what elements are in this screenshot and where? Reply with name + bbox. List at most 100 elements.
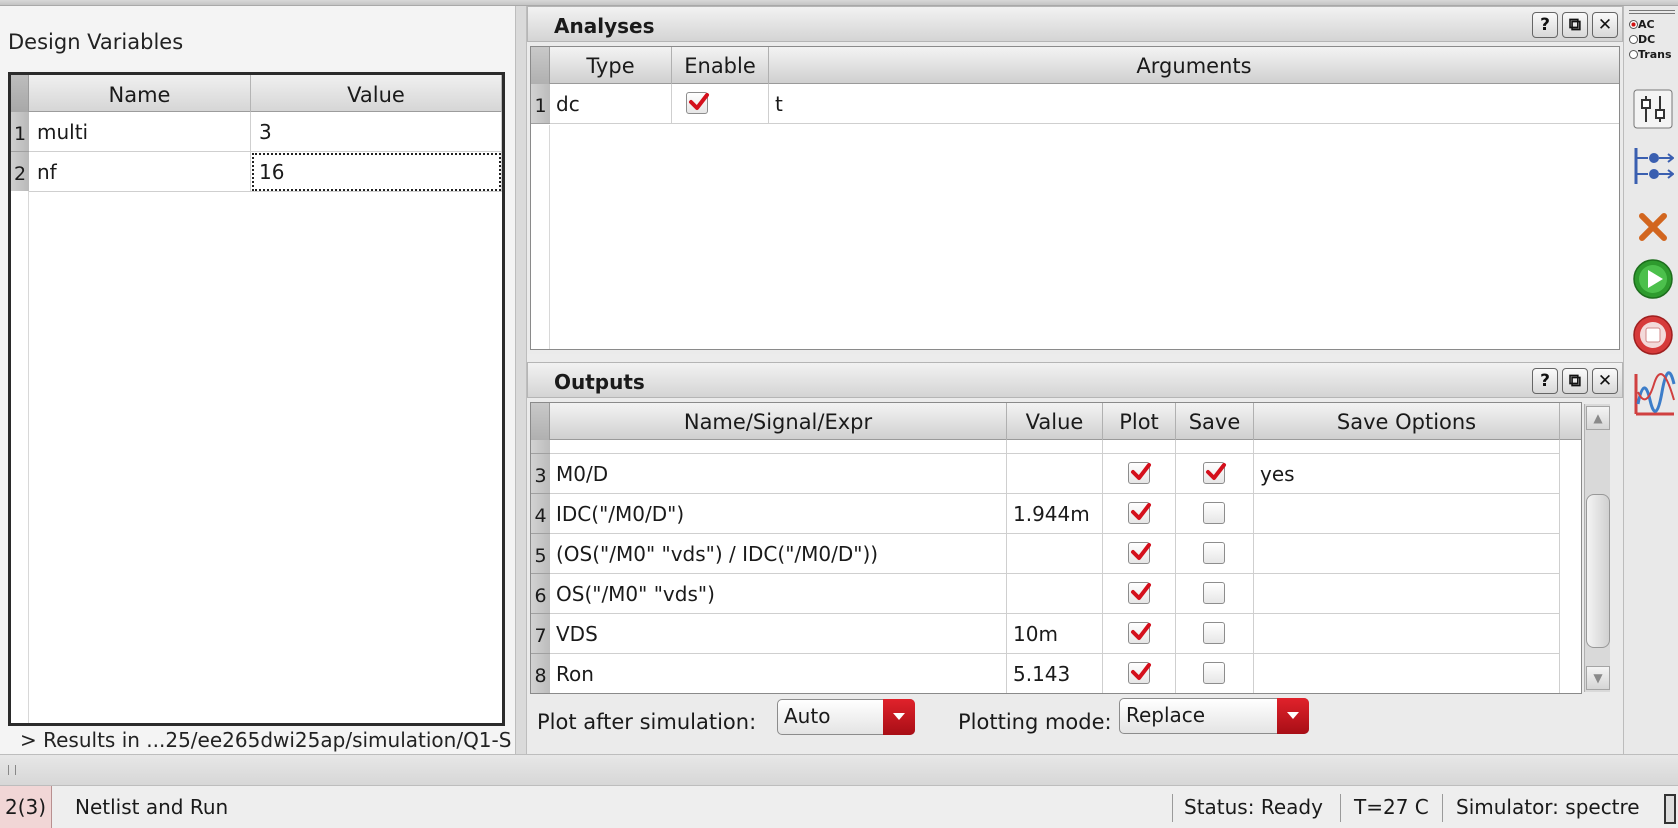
scroll-down-arrow-icon[interactable]: ▼ [1586,666,1610,690]
plot-after-simulation-value: Auto [784,704,831,728]
scrollbar-thumb[interactable] [1586,494,1610,648]
output-plot-cell[interactable] [1103,454,1176,494]
column-header-save-options[interactable]: Save Options [1254,403,1560,440]
right-toolbar: AC DC Trans [1623,6,1678,754]
horizontal-splitter[interactable] [0,754,1678,786]
column-header-enable[interactable]: Enable [672,47,769,84]
variable-name-cell[interactable]: nf [29,152,251,192]
output-name-cell[interactable]: VDS [550,614,1007,654]
check-icon [1131,503,1151,520]
output-save-options-cell[interactable]: yes [1254,454,1560,494]
float-button[interactable]: ⧉ [1562,12,1588,38]
output-save-cell[interactable] [1176,574,1254,614]
variable-name-cell[interactable]: multi [29,112,251,152]
row-number: 3 [531,454,550,494]
analysis-type-cell[interactable]: dc [550,84,672,124]
analysis-arguments-cell[interactable]: t [769,84,1619,124]
help-button[interactable]: ? [1532,368,1558,394]
output-save-cell[interactable] [1176,614,1254,654]
chevron-down-icon[interactable] [883,699,915,735]
output-value-cell[interactable] [1007,534,1103,574]
plot-checkbox[interactable] [1128,582,1151,604]
analysis-radio-group[interactable]: AC DC Trans [1629,10,1675,80]
output-value-cell[interactable]: 5.143 [1007,654,1103,693]
output-save-cell[interactable] [1176,654,1254,693]
output-name-cell[interactable]: M0/D [550,454,1007,494]
output-name-cell[interactable]: OS("/M0" "vds") [550,574,1007,614]
output-name-cell[interactable]: Ron [550,654,1007,693]
radio-ac[interactable]: AC [1629,17,1675,32]
output-plot-cell[interactable] [1103,654,1176,693]
vertical-splitter[interactable] [515,6,527,754]
variable-value-cell[interactable]: 3 [251,112,502,152]
check-icon [1131,623,1151,640]
scroll-up-arrow-icon[interactable]: ▲ [1586,406,1610,430]
output-plot-cell[interactable] [1103,494,1176,534]
save-checkbox[interactable] [1203,582,1225,604]
output-save-options-cell[interactable] [1254,614,1560,654]
output-plot-cell[interactable] [1103,614,1176,654]
save-checkbox[interactable] [1203,542,1225,564]
analysis-enable-cell[interactable] [672,84,769,124]
output-name-cell[interactable]: (OS("/M0" "vds") / IDC("/M0/D")) [550,534,1007,574]
resize-grip-icon[interactable] [1664,794,1676,824]
output-save-options-cell[interactable] [1254,494,1560,534]
plot-checkbox[interactable] [1128,662,1151,684]
delete-x-icon[interactable] [1632,206,1674,248]
analyses-header: Type Enable Arguments [531,47,1619,84]
output-save-options-cell[interactable] [1254,574,1560,614]
analyses-table[interactable]: Type Enable Arguments 1 dc t [530,46,1620,350]
design-variables-table[interactable]: Name Value 1 multi 3 2 nf 16 [8,72,505,726]
plot-after-simulation-combo[interactable]: Auto [777,699,915,735]
column-header-type[interactable]: Type [550,47,672,84]
close-button[interactable]: ✕ [1592,368,1618,394]
help-button[interactable]: ? [1532,12,1558,38]
save-checkbox[interactable] [1203,622,1225,644]
column-header-save[interactable]: Save [1176,403,1254,440]
output-save-options-cell[interactable] [1254,654,1560,693]
netlist-icon[interactable] [1632,144,1675,186]
output-save-cell[interactable] [1176,534,1254,574]
save-checkbox[interactable] [1203,662,1225,684]
output-name-cell[interactable]: IDC("/M0/D") [550,494,1007,534]
radio-dc[interactable]: DC [1629,32,1675,47]
column-header-value[interactable]: Value [251,75,502,112]
plot-checkbox[interactable] [1128,622,1151,644]
column-header-plot[interactable]: Plot [1103,403,1176,440]
column-header-name-signal-expr[interactable]: Name/Signal/Expr [550,403,1007,440]
save-checkbox[interactable] [1203,502,1225,524]
plot-checkbox[interactable] [1128,542,1151,564]
plot-waveform-icon[interactable] [1632,370,1676,416]
output-plot-cell[interactable] [1103,534,1176,574]
run-simulation-icon[interactable] [1632,258,1674,300]
outputs-table[interactable]: Name/Signal/Expr Value Plot Save Save Op… [530,402,1582,694]
plot-checkbox[interactable] [1128,502,1151,524]
plot-checkbox[interactable] [1128,462,1151,484]
output-value-cell[interactable]: 1.944m [1007,494,1103,534]
output-value-cell[interactable]: 10m [1007,614,1103,654]
tune-icon[interactable] [1632,88,1674,130]
output-save-options-cell[interactable] [1254,534,1560,574]
output-value-cell[interactable] [1007,454,1103,494]
outputs-vertical-scrollbar[interactable]: ▲ ▼ [1584,404,1610,692]
radio-trans[interactable]: Trans [1629,47,1675,62]
output-save-cell[interactable] [1176,494,1254,534]
variable-value-cell[interactable]: 16 [251,152,502,192]
radio-icon [1629,50,1638,59]
output-plot-cell[interactable] [1103,574,1176,614]
output-value-cell[interactable] [1007,574,1103,614]
stop-simulation-icon[interactable] [1632,314,1674,356]
chevron-down-icon[interactable] [1277,698,1309,734]
float-button[interactable]: ⧉ [1562,368,1588,394]
column-header-name[interactable]: Name [29,75,251,112]
design-variables-title: Design Variables [8,30,184,54]
column-header-arguments[interactable]: Arguments [769,47,1619,84]
outputs-header: Name/Signal/Expr Value Plot Save Save Op… [531,403,1581,440]
output-save-cell[interactable] [1176,454,1254,494]
enable-checkbox[interactable] [686,92,709,114]
close-button[interactable]: ✕ [1592,12,1618,38]
save-checkbox[interactable] [1203,462,1226,484]
column-header-value[interactable]: Value [1007,403,1103,440]
plotting-mode-combo[interactable]: Replace [1119,698,1309,734]
output-plot-cell-partial [1103,440,1176,454]
